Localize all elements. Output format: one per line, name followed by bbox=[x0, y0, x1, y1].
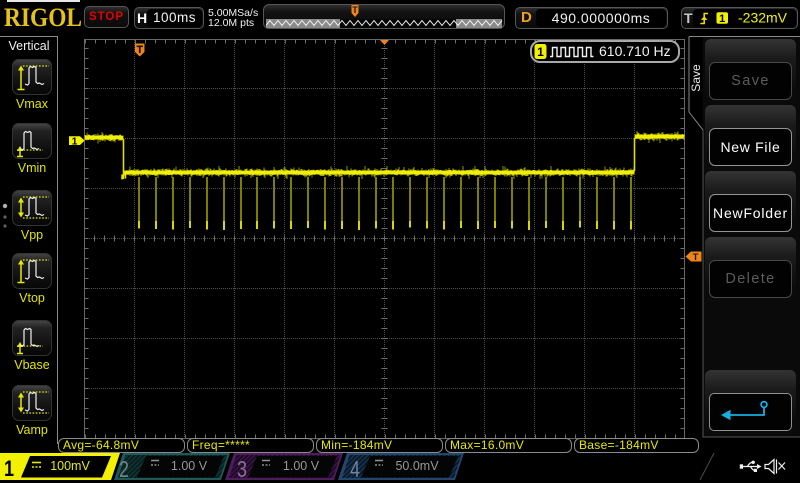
svg-text:1: 1 bbox=[537, 45, 544, 59]
svg-text:610.710 Hz: 610.710 Hz bbox=[599, 43, 671, 59]
svg-text:1: 1 bbox=[72, 136, 78, 147]
